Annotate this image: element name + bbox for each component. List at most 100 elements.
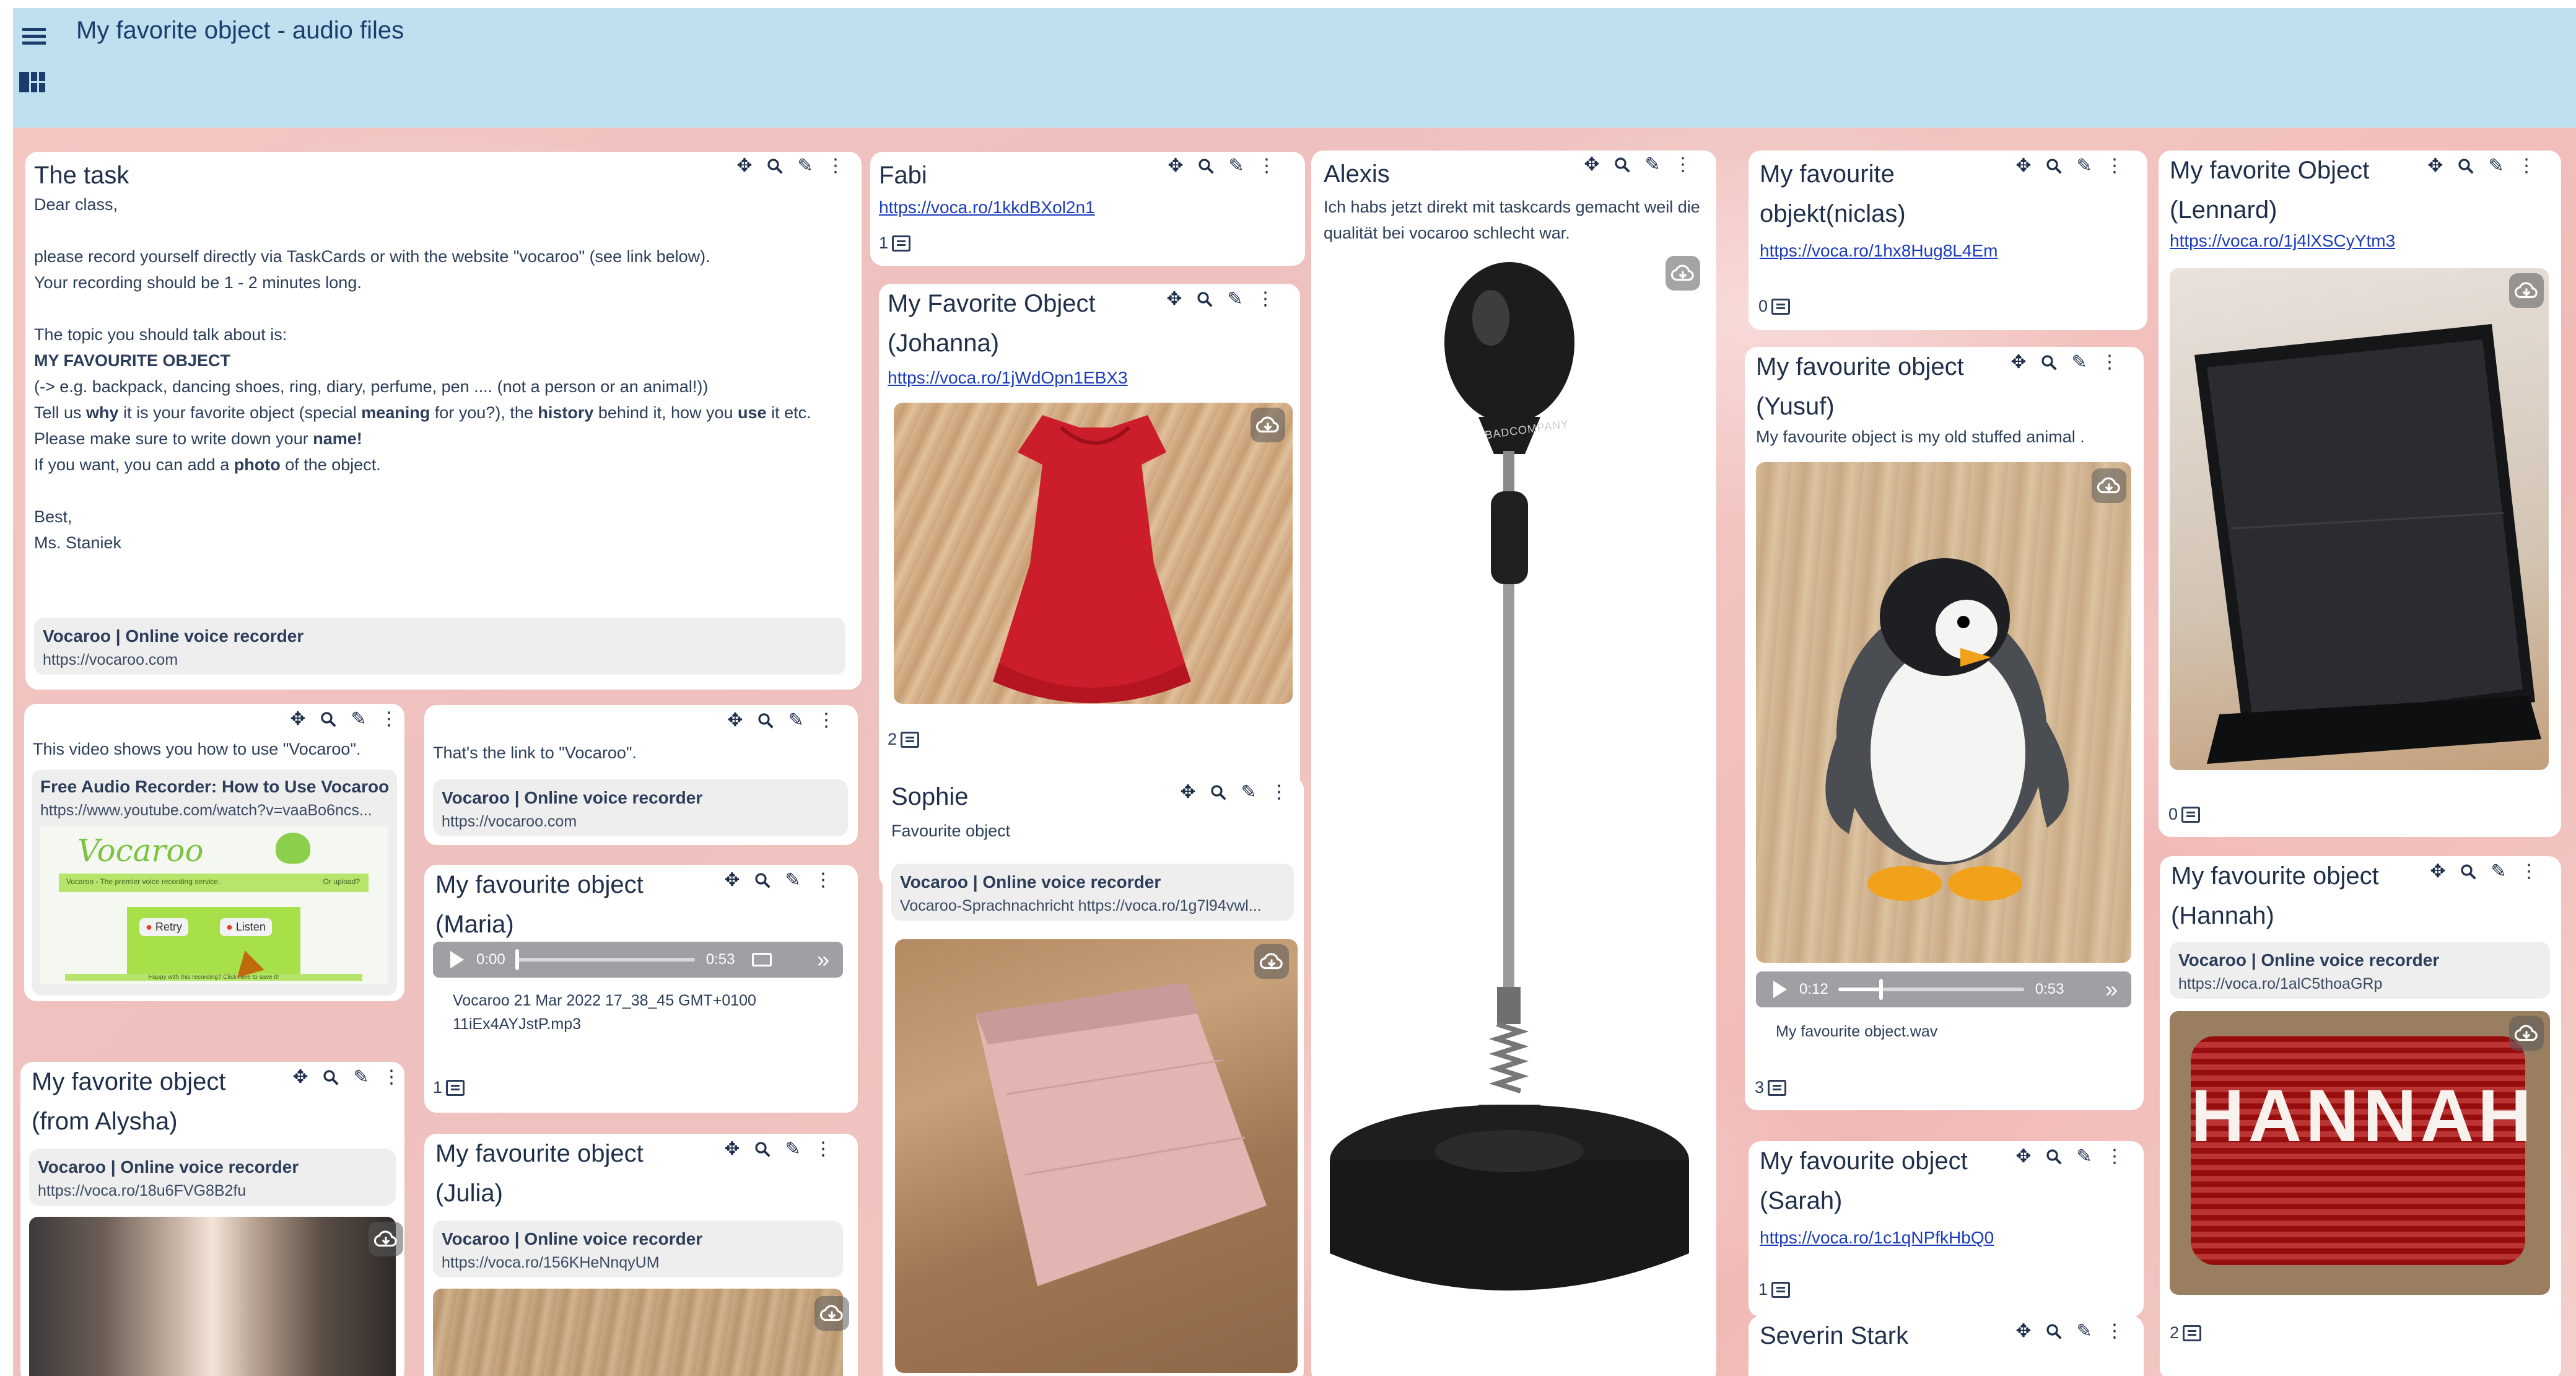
more-vertical-icon[interactable]: ⋮ [2516,156,2537,177]
cloud-download-icon[interactable] [2092,468,2126,503]
comment-count[interactable]: 0 [1758,297,1791,316]
object-photo[interactable] [894,403,1293,704]
vocaroo-link[interactable]: https://voca.ro/1kkdBXol2n1 [879,198,1095,217]
pencil-icon[interactable]: ✎ [2069,352,2090,373]
search-icon[interactable] [1208,782,1229,803]
object-photo[interactable] [29,1217,396,1376]
board-canvas[interactable]: The task ✥ ✎ ⋮ Dear class, please record… [13,128,2576,1376]
cast-icon[interactable] [752,953,772,966]
link-preview[interactable]: Vocaroo | Online voice recorder https://… [34,618,845,675]
link-preview[interactable]: Vocaroo | Online voice recorder https://… [433,1220,843,1277]
move-icon[interactable]: ✥ [2013,1146,2034,1167]
more-vertical-icon[interactable]: ⋮ [1672,154,1693,175]
object-photo[interactable] [895,939,1298,1373]
comment-count[interactable]: 1 [433,1078,465,1097]
move-icon[interactable]: ✥ [1165,156,1186,177]
search-icon[interactable] [755,710,776,731]
card-julia[interactable]: My favourite object (Julia) ✥ ✎ ⋮ Vocaro… [424,1134,858,1376]
card-alexis[interactable]: Alexis ✥ ✎ ⋮ Ich habs jetzt direkt mit t… [1311,151,1716,1376]
pencil-icon[interactable]: ✎ [782,870,803,891]
object-photo[interactable] [2170,268,2549,770]
pencil-icon[interactable]: ✎ [795,156,816,177]
more-options-icon[interactable]: » [817,947,829,973]
pencil-icon[interactable]: ✎ [1642,154,1663,175]
more-vertical-icon[interactable]: ⋮ [1256,156,1277,177]
move-icon[interactable]: ✥ [722,1139,743,1160]
hamburger-menu-icon[interactable] [19,24,50,51]
more-vertical-icon[interactable]: ⋮ [2104,1146,2125,1167]
card-niclas[interactable]: My favourite objekt(niclas) ✥ ✎ ⋮ https:… [1749,151,2147,330]
move-icon[interactable]: ✥ [290,1067,311,1088]
move-icon[interactable]: ✥ [722,870,743,891]
search-icon[interactable] [764,156,785,177]
link-preview[interactable]: Vocaroo | Online voice recorder Vocaroo-… [891,864,1294,921]
pencil-icon[interactable]: ✎ [2486,156,2507,177]
card-sarah[interactable]: My favourite object (Sarah) ✥ ✎ ⋮ https:… [1749,1141,2144,1317]
vocaroo-link[interactable]: https://voca.ro/1jWdOpn1EBX3 [888,368,1128,388]
pencil-icon[interactable]: ✎ [2074,156,2095,177]
punching-bag-image[interactable] [1311,250,1716,1365]
search-icon[interactable] [2043,1146,2064,1167]
card-sophie[interactable]: Sophie ✥ ✎ ⋮ Favourite object Vocaroo | … [883,777,1304,1376]
comment-count[interactable]: 0 [2168,805,2201,824]
more-options-icon[interactable]: » [2105,976,2118,1002]
pencil-icon[interactable]: ✎ [782,1139,803,1160]
cloud-download-icon[interactable] [1251,408,1285,442]
video-thumbnail[interactable]: Vocaroo Vocaroo - The premier voice reco… [40,826,388,988]
move-icon[interactable]: ✥ [1581,154,1602,175]
more-vertical-icon[interactable]: ⋮ [381,1067,402,1088]
link-preview[interactable]: Vocaroo | Online voice recorder https://… [29,1149,396,1206]
move-icon[interactable]: ✥ [2008,352,2029,373]
move-icon[interactable]: ✥ [2427,861,2448,882]
move-icon[interactable]: ✥ [725,710,746,731]
link-preview[interactable]: Vocaroo | Online voice recorder https://… [433,779,848,836]
move-icon[interactable]: ✥ [2425,156,2446,177]
cloud-download-icon[interactable] [1254,944,1289,979]
pencil-icon[interactable]: ✎ [1238,782,1259,803]
more-vertical-icon[interactable]: ⋮ [378,709,399,730]
search-icon[interactable] [752,870,773,891]
card-yusuf[interactable]: My favourite object (Yusuf) ✥ ✎ ⋮ My fav… [1745,347,2144,1110]
search-icon[interactable] [1195,156,1216,177]
pencil-icon[interactable]: ✎ [2074,1321,2095,1342]
more-vertical-icon[interactable]: ⋮ [816,710,837,731]
play-button[interactable] [1773,981,1787,998]
search-icon[interactable] [1612,154,1633,175]
cloud-download-icon[interactable] [814,1296,849,1331]
move-icon[interactable]: ✥ [2013,1321,2034,1342]
pencil-icon[interactable]: ✎ [785,710,806,731]
play-button[interactable] [450,951,464,968]
audio-player[interactable]: 0:12 0:53 » [1756,971,2131,1007]
more-vertical-icon[interactable]: ⋮ [825,156,846,177]
card-hannah[interactable]: My favourite object (Hannah) ✥ ✎ ⋮ Vocar… [2160,856,2561,1376]
object-photo[interactable]: HANNAH [2170,1011,2550,1295]
search-icon[interactable] [2458,861,2479,882]
audio-seek-bar[interactable] [515,949,695,970]
retry-button[interactable]: ● Retry [139,918,188,936]
more-vertical-icon[interactable]: ⋮ [1255,289,1276,310]
more-vertical-icon[interactable]: ⋮ [2104,1321,2125,1342]
move-icon[interactable]: ✥ [1177,782,1198,803]
more-vertical-icon[interactable]: ⋮ [2104,156,2125,177]
card-vocaroo-link[interactable]: ✥ ✎ ⋮ That's the link to "Vocaroo". Voca… [424,705,858,845]
more-vertical-icon[interactable]: ⋮ [2518,861,2539,882]
comment-count[interactable]: 1 [879,234,911,253]
more-vertical-icon[interactable]: ⋮ [2099,352,2120,373]
card-severin[interactable]: Severin Stark ✥ ✎ ⋮ [1749,1316,2144,1376]
audio-player[interactable]: 0:00 0:53 » [433,942,843,978]
comment-count[interactable]: 2 [2170,1323,2202,1343]
search-icon[interactable] [318,709,339,730]
pencil-icon[interactable]: ✎ [2074,1146,2095,1167]
pencil-icon[interactable]: ✎ [351,1067,372,1088]
move-icon[interactable]: ✥ [287,709,308,730]
pencil-icon[interactable]: ✎ [348,709,369,730]
pencil-icon[interactable]: ✎ [1226,156,1247,177]
cloud-download-icon[interactable] [2509,273,2544,308]
vocaroo-link[interactable]: https://voca.ro/1hx8Hug8L4Em [1760,241,1997,261]
search-icon[interactable] [752,1139,773,1160]
move-icon[interactable]: ✥ [2013,156,2034,177]
comment-count[interactable]: 2 [888,730,920,749]
listen-button[interactable]: ● Listen [220,918,272,936]
search-icon[interactable] [2043,1321,2064,1342]
object-photo[interactable] [1756,462,2131,963]
